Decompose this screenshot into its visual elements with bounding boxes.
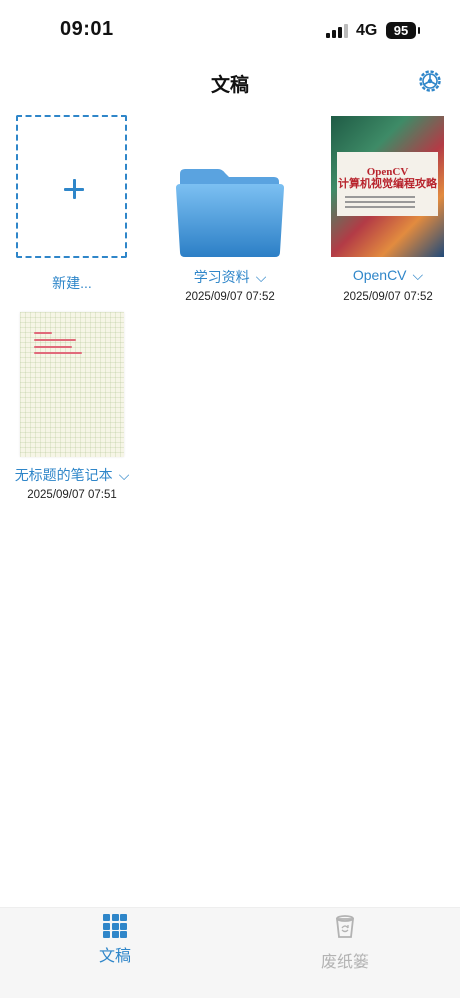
battery-icon: 95 <box>386 22 420 39</box>
book-cover-panel: OpenCV 计算机视觉编程攻略 <box>337 152 438 216</box>
trash-icon <box>335 915 355 938</box>
tab-bar: 文稿 废纸篓 <box>0 907 460 998</box>
folder-label[interactable]: 学习资料 ⌵ <box>160 267 300 287</box>
tab-trash[interactable]: 废纸篓 <box>285 913 405 972</box>
tab-documents-label: 文稿 <box>98 948 131 965</box>
plus-icon <box>64 179 84 199</box>
notebook-date: 2025/09/07 07:51 <box>27 489 117 501</box>
folder-icon[interactable] <box>174 166 286 258</box>
network-type: 4G <box>356 22 378 39</box>
status-bar: 09:01 4G 95 <box>0 0 460 60</box>
new-document-label[interactable]: 新建... <box>2 273 142 293</box>
chevron-down-icon[interactable]: ⌵ <box>119 467 130 484</box>
book-date: 2025/09/07 07:52 <box>343 291 433 303</box>
gear-icon[interactable] <box>418 69 442 93</box>
new-document-button[interactable] <box>16 115 127 258</box>
tab-documents[interactable]: 文稿 <box>55 914 175 966</box>
signal-icon <box>326 24 348 38</box>
notebook-label[interactable]: 无标题的笔记本 ⌵ <box>2 465 142 485</box>
page-title: 文稿 <box>210 75 249 96</box>
book-label[interactable]: OpenCV ⌵ <box>318 267 458 284</box>
book-cover-title: OpenCV 计算机视觉编程攻略 <box>338 166 437 190</box>
status-time: 09:01 <box>60 18 114 40</box>
folder-date: 2025/09/07 07:52 <box>185 291 275 303</box>
notebook-name: 无标题的笔记本 <box>14 467 113 483</box>
book-name: OpenCV <box>352 267 407 283</box>
grid-icon <box>103 914 127 938</box>
chevron-down-icon[interactable]: ⌵ <box>256 269 267 286</box>
book-cover[interactable]: OpenCV 计算机视觉编程攻略 <box>331 116 444 257</box>
notebook-thumbnail[interactable] <box>20 312 124 457</box>
chevron-down-icon[interactable]: ⌵ <box>413 267 424 284</box>
book-cover-lines <box>345 196 415 198</box>
tab-trash-label: 废纸篓 <box>320 954 369 971</box>
folder-name: 学习资料 <box>193 269 250 285</box>
